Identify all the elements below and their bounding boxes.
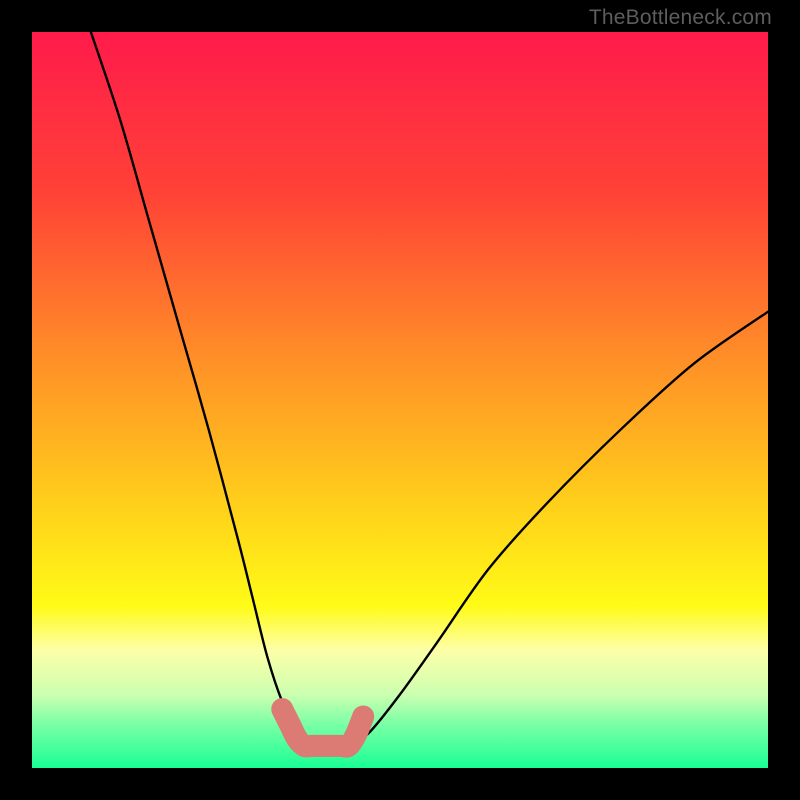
watermark-text: TheBottleneck.com: [589, 6, 772, 30]
left-curve: [91, 32, 312, 746]
right-curve: [348, 312, 768, 746]
bottom-marker: [282, 709, 363, 747]
chart-frame: TheBottleneck.com: [0, 0, 800, 800]
curve-layer: [32, 32, 768, 768]
plot-area: [32, 32, 768, 768]
